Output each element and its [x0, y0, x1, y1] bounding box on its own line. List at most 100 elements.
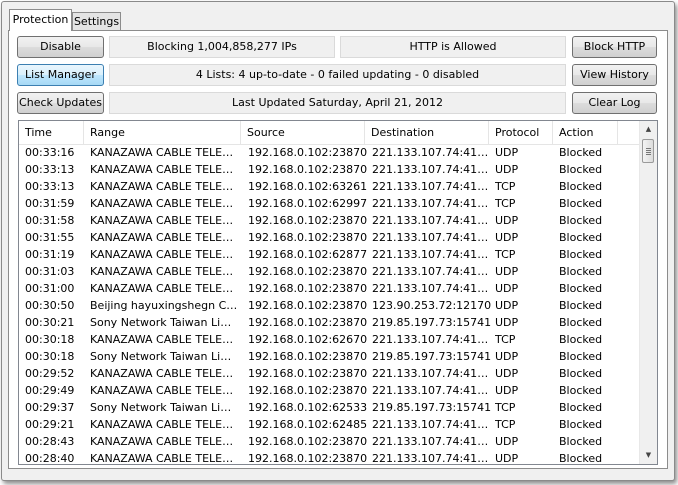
last-updated-status: Last Updated Saturday, April 21, 2012 [109, 92, 566, 114]
table-row[interactable]: 00:31:59 KANAZAWA CABLE TELEVIS... 192.168… [19, 195, 641, 212]
cell-protocol: UDP [495, 282, 519, 295]
cell-protocol: UDP [495, 214, 519, 227]
cell-range: KANAZAWA CABLE TELEVIS... [90, 231, 240, 244]
column-header-action[interactable]: Action [553, 121, 618, 144]
disable-button[interactable]: Disable [17, 36, 104, 58]
cell-destination: 221.133.107.74:41732 [372, 146, 492, 159]
table-row[interactable]: 00:30:18 Sony Network Taiwan Limited 192.1… [19, 348, 641, 365]
column-header-protocol[interactable]: Protocol [489, 121, 553, 144]
cell-range: KANAZAWA CABLE TELEVIS... [90, 163, 240, 176]
list-manager-button[interactable]: List Manager [17, 64, 104, 86]
cell-protocol: UDP [495, 231, 519, 244]
table-row[interactable]: 00:29:52 KANAZAWA CABLE TELEVIS... 192.168… [19, 365, 641, 382]
cell-action: Blocked [559, 316, 603, 329]
cell-action: Blocked [559, 163, 603, 176]
cell-protocol: UDP [495, 350, 519, 363]
blocked-log-table[interactable]: Time Range Source Destination Protocol A… [18, 120, 658, 465]
scrollbar-thumb[interactable] [642, 139, 654, 163]
cell-source: 192.168.0.102:62485 [248, 418, 368, 431]
cell-destination: 221.133.107.74:41732 [372, 435, 492, 448]
cell-destination: 221.133.107.74:41732 [372, 384, 492, 397]
cell-action: Blocked [559, 401, 603, 414]
cell-time: 00:30:21 [25, 316, 75, 329]
cell-time: 00:31:55 [25, 231, 75, 244]
cell-action: Blocked [559, 180, 603, 193]
cell-protocol: UDP [495, 316, 519, 329]
check-updates-button[interactable]: Check Updates [17, 92, 104, 114]
cell-source: 192.168.0.102:23870 [248, 163, 368, 176]
view-history-button[interactable]: View History [572, 64, 657, 86]
table-row[interactable]: 00:30:50 Beijing hayuxingshegn Co.,... 192… [19, 297, 641, 314]
cell-destination: 221.133.107.74:41732 [372, 163, 492, 176]
table-row[interactable]: 00:31:55 KANAZAWA CABLE TELEVIS... 192.168… [19, 229, 641, 246]
cell-source: 192.168.0.102:23870 [248, 282, 368, 295]
table-header: Time Range Source Destination Protocol A… [19, 121, 641, 145]
cell-protocol: UDP [495, 265, 519, 278]
cell-source: 192.168.0.102:23870 [248, 316, 368, 329]
cell-action: Blocked [559, 146, 603, 159]
column-header-time[interactable]: Time [19, 121, 84, 144]
table-row[interactable]: 00:28:40 KANAZAWA CABLE TELEVIS... 192.168… [19, 450, 641, 464]
scroll-up-arrow-icon[interactable]: ▲ [640, 121, 657, 138]
table-row[interactable]: 00:33:16 KANAZAWA CABLE TELEVIS... 192.168… [19, 144, 641, 161]
cell-time: 00:33:13 [25, 180, 75, 193]
cell-destination: 221.133.107.74:41732 [372, 180, 492, 193]
column-header-range[interactable]: Range [84, 121, 241, 144]
table-row[interactable]: 00:31:00 KANAZAWA CABLE TELEVIS... 192.168… [19, 280, 641, 297]
cell-protocol: TCP [495, 248, 516, 261]
cell-range: Beijing hayuxingshegn Co.,... [90, 299, 240, 312]
table-row[interactable]: 00:31:58 KANAZAWA CABLE TELEVIS... 192.168… [19, 212, 641, 229]
table-row[interactable]: 00:29:37 Sony Network Taiwan Limited 192.1… [19, 399, 641, 416]
table-row[interactable]: 00:29:49 KANAZAWA CABLE TELEVIS... 192.168… [19, 382, 641, 399]
tab-protection[interactable]: Protection [9, 9, 72, 31]
cell-destination: 221.133.107.74:41732 [372, 333, 492, 346]
cell-action: Blocked [559, 367, 603, 380]
cell-protocol: UDP [495, 367, 519, 380]
cell-time: 00:29:21 [25, 418, 75, 431]
cell-time: 00:29:49 [25, 384, 75, 397]
column-header-destination[interactable]: Destination [365, 121, 489, 144]
table-row[interactable]: 00:30:21 Sony Network Taiwan Limited 192.1… [19, 314, 641, 331]
block-http-button[interactable]: Block HTTP [572, 36, 657, 58]
table-row[interactable]: 00:33:13 KANAZAWA CABLE TELEVIS... 192.168… [19, 161, 641, 178]
table-row[interactable]: 00:33:13 KANAZAWA CABLE TELEVIS... 192.168… [19, 178, 641, 195]
cell-range: Sony Network Taiwan Limited [90, 350, 240, 363]
cell-protocol: TCP [495, 333, 516, 346]
table-row[interactable]: 00:31:03 KANAZAWA CABLE TELEVIS... 192.168… [19, 263, 641, 280]
cell-source: 192.168.0.102:23870 [248, 146, 368, 159]
cell-time: 00:30:18 [25, 350, 75, 363]
cell-range: KANAZAWA CABLE TELEVIS... [90, 180, 240, 193]
cell-source: 192.168.0.102:23870 [248, 350, 368, 363]
cell-action: Blocked [559, 435, 603, 448]
cell-source: 192.168.0.102:62997 [248, 197, 368, 210]
table-row[interactable]: 00:31:19 KANAZAWA CABLE TELEVIS... 192.168… [19, 246, 641, 263]
cell-range: KANAZAWA CABLE TELEVIS... [90, 367, 240, 380]
cell-protocol: UDP [495, 384, 519, 397]
cell-destination: 221.133.107.74:41732 [372, 265, 492, 278]
cell-destination: 219.85.197.73:15741 [372, 316, 492, 329]
scroll-down-arrow-icon[interactable]: ▼ [640, 447, 657, 464]
cell-source: 192.168.0.102:23870 [248, 265, 368, 278]
table-row[interactable]: 00:28:43 KANAZAWA CABLE TELEVIS... 192.168… [19, 433, 641, 450]
cell-destination: 221.133.107.74:41732 [372, 214, 492, 227]
cell-source: 192.168.0.102:23870 [248, 367, 368, 380]
cell-destination: 221.133.107.74:41732 [372, 197, 492, 210]
tab-settings[interactable]: Settings [72, 12, 121, 31]
cell-source: 192.168.0.102:23870 [248, 299, 368, 312]
cell-protocol: TCP [495, 180, 516, 193]
cell-protocol: TCP [495, 401, 516, 414]
table-row[interactable]: 00:29:21 KANAZAWA CABLE TELEVIS... 192.168… [19, 416, 641, 433]
cell-action: Blocked [559, 452, 603, 464]
vertical-scrollbar[interactable]: ▲ ▼ [639, 121, 657, 464]
clear-log-button[interactable]: Clear Log [572, 92, 657, 114]
column-header-source[interactable]: Source [241, 121, 365, 144]
table-row[interactable]: 00:30:18 KANAZAWA CABLE TELEVIS... 192.168… [19, 331, 641, 348]
cell-protocol: UDP [495, 435, 519, 448]
cell-action: Blocked [559, 384, 603, 397]
cell-time: 00:31:59 [25, 197, 75, 210]
cell-destination: 221.133.107.74:41732 [372, 231, 492, 244]
cell-source: 192.168.0.102:62670 [248, 333, 368, 346]
cell-time: 00:30:18 [25, 333, 75, 346]
cell-protocol: TCP [495, 197, 516, 210]
cell-source: 192.168.0.102:62877 [248, 248, 368, 261]
